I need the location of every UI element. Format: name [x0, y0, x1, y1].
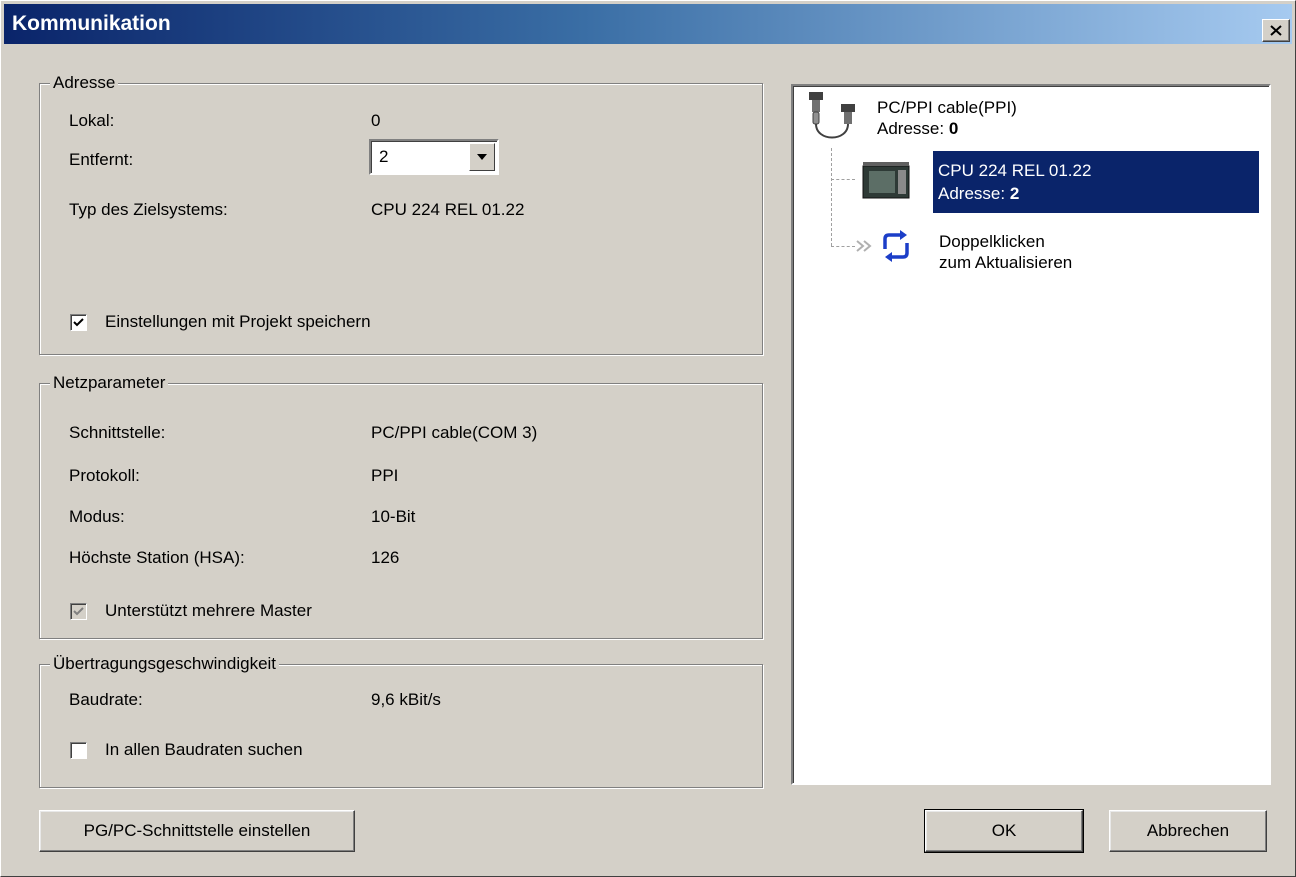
- cpu-node-selected[interactable]: CPU 224 REL 01.22 Adresse: 2: [933, 151, 1259, 213]
- cpu-address-value: 2: [1009, 184, 1020, 203]
- refresh-line1: Doppelklicken: [939, 232, 1045, 251]
- local-label: Lokal:: [69, 111, 115, 130]
- save-with-project-checkbox[interactable]: [70, 314, 87, 331]
- window-title: Kommunikation: [12, 12, 171, 35]
- transfer-speed-group: Übertragungsgeschwindigkeit: [39, 653, 763, 788]
- tree-connector: [831, 148, 832, 246]
- multi-master-label: Unterstützt mehrere Master: [105, 601, 312, 620]
- remote-label: Entfernt:: [69, 150, 134, 169]
- cpu-icon[interactable]: [861, 160, 911, 202]
- dropdown-button[interactable]: [469, 143, 495, 171]
- interface-label: Schnittstelle:: [69, 423, 166, 442]
- network-tree[interactable]: PC/PPI cable(PPI) Adresse: 0 CPU 224 REL…: [791, 84, 1271, 785]
- cable-address-label: Adresse:: [877, 119, 945, 138]
- double-arrow-icon: [856, 240, 872, 252]
- protocol-label: Protokoll:: [69, 466, 140, 485]
- tree-connector: [831, 246, 855, 247]
- cpu-name: CPU 224 REL 01.22: [938, 161, 1092, 180]
- set-pg-pc-interface-button[interactable]: PG/PC-Schnittstelle einstellen: [39, 810, 355, 852]
- cable-address-value: 0: [948, 119, 959, 138]
- target-type-label: Typ des Zielsystems:: [69, 200, 228, 219]
- chevron-down-icon: [477, 154, 487, 160]
- ok-button[interactable]: OK: [924, 809, 1084, 853]
- cpu-address: Adresse: 2: [938, 183, 1019, 204]
- remote-address-select[interactable]: 2: [369, 139, 499, 175]
- target-type-value: CPU 224 REL 01.22: [371, 200, 525, 219]
- tree-connector: [831, 179, 855, 180]
- search-all-baud-checkbox[interactable]: [70, 742, 87, 759]
- multi-master-checkbox[interactable]: [70, 603, 87, 620]
- local-value: 0: [371, 111, 381, 130]
- hsa-label: Höchste Station (HSA):: [69, 548, 245, 567]
- hsa-value: 126: [371, 548, 400, 567]
- checkmark-icon: [73, 318, 84, 327]
- refresh-icon[interactable]: [877, 227, 915, 265]
- baud-rate-value: 9,6 kBit/s: [371, 690, 441, 709]
- close-icon: [1270, 25, 1282, 36]
- baud-rate-label: Baudrate:: [69, 690, 143, 709]
- search-all-baud-label[interactable]: In allen Baudraten suchen: [105, 739, 303, 761]
- remote-address-value: 2: [379, 147, 389, 166]
- cpu-address-label: Adresse:: [938, 184, 1006, 203]
- cable-name: PC/PPI cable(PPI): [877, 98, 1017, 117]
- refresh-line2: zum Aktualisieren: [939, 253, 1073, 272]
- cancel-button[interactable]: Abbrechen: [1109, 810, 1267, 852]
- cable-icon[interactable]: [805, 90, 869, 150]
- communication-dialog: Kommunikation Adresse Lokal: 0 Entfernt:…: [0, 0, 1296, 877]
- address-legend: Adresse: [50, 72, 119, 94]
- save-with-project-label[interactable]: Einstellungen mit Projekt speichern: [105, 311, 371, 333]
- title-bar[interactable]: Kommunikation: [4, 4, 1292, 44]
- transfer-speed-legend: Übertragungsgeschwindigkeit: [50, 653, 280, 675]
- interface-value: PC/PPI cable(COM 3): [371, 423, 538, 442]
- mode-label: Modus:: [69, 507, 125, 526]
- protocol-value: PPI: [371, 466, 399, 485]
- checkmark-icon: [73, 607, 84, 616]
- cable-address: Adresse: 0: [877, 118, 958, 139]
- close-button[interactable]: [1262, 19, 1290, 42]
- network-params-legend: Netzparameter: [50, 372, 169, 394]
- mode-value: 10-Bit: [371, 507, 416, 526]
